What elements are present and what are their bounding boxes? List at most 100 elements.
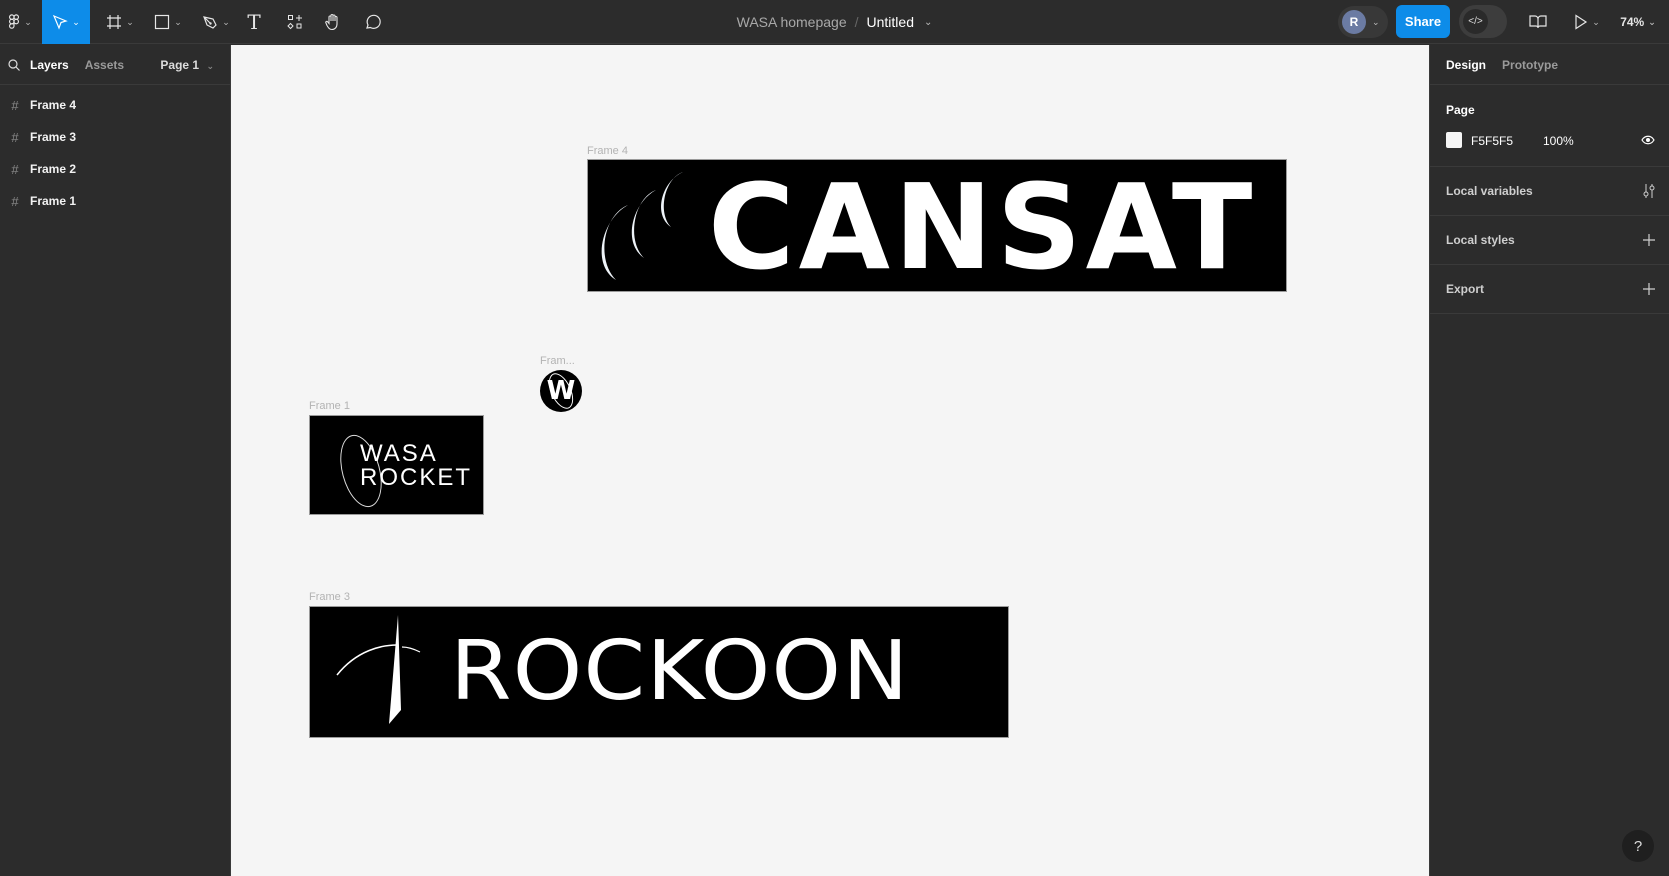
frame-3-label[interactable]: Frame 3 <box>309 591 350 603</box>
library-button[interactable] <box>1527 0 1549 44</box>
layer-frame-3[interactable]: # Frame 3 <box>0 121 230 153</box>
text-icon: T <box>247 10 261 34</box>
frame-hash-icon <box>107 15 122 29</box>
plus-icon[interactable] <box>1643 283 1655 295</box>
move-tool-button[interactable]: ⌄ <box>42 0 90 44</box>
frame-4[interactable]: CANSAT <box>587 159 1287 292</box>
figma-logo-icon <box>9 14 20 29</box>
pointer-icon <box>53 14 68 30</box>
breadcrumb-separator: / <box>854 14 859 30</box>
chevron-down-icon: ⌄ <box>24 16 32 27</box>
layers-panel-header: Layers Assets Page 1 ⌄ <box>0 45 230 85</box>
zoom-menu[interactable]: 74% ⌄ <box>1614 0 1662 44</box>
design-panel-tabs: Design Prototype <box>1430 45 1669 85</box>
main-menu-button[interactable]: ⌄ <box>0 0 40 44</box>
design-panel: Design Prototype Page F5F5F5 100% Local … <box>1429 45 1669 876</box>
page-color-hex[interactable]: F5F5F5 <box>1471 134 1513 148</box>
plus-icon[interactable] <box>1643 234 1655 246</box>
logo-line-2: ROCKET <box>360 464 473 491</box>
canvas[interactable]: Frame 4 CANSAT Fram... W Frame 1 WASA RO… <box>231 45 1429 876</box>
page-section-title: Page <box>1446 103 1475 117</box>
frame-2[interactable]: W <box>540 369 582 413</box>
layer-label: Frame 1 <box>30 194 77 208</box>
layer-label: Frame 4 <box>30 98 77 112</box>
dev-mode-toggle[interactable]: </> <box>1459 5 1507 38</box>
frame-hash-icon: # <box>11 97 19 113</box>
text-tool-button[interactable]: T <box>244 0 264 44</box>
play-icon <box>1575 14 1588 30</box>
toolbar: ⌄ ⌄ ⌄ ⌄ ⌄ T WASA homepage / Untitled ⌄ R… <box>0 0 1669 44</box>
question-mark-icon: ? <box>1633 837 1643 855</box>
page-selector-label: Page 1 <box>160 57 200 72</box>
present-button[interactable]: ⌄ <box>1570 0 1604 44</box>
export-label: Export <box>1446 282 1485 296</box>
resources-tool-button[interactable] <box>284 0 306 44</box>
book-icon <box>1529 15 1547 29</box>
local-variables-section[interactable]: Local variables <box>1430 167 1669 216</box>
layer-list: # Frame 4 # Frame 3 # Frame 2 # Frame 1 <box>0 85 230 217</box>
layer-frame-4[interactable]: # Frame 4 <box>0 89 230 121</box>
layers-panel: Layers Assets Page 1 ⌄ # Frame 4 # Frame 3… <box>0 45 231 876</box>
pen-tool-button[interactable]: ⌄ <box>196 0 236 44</box>
layer-label: Frame 3 <box>30 130 77 144</box>
logo-line-1: WASA <box>360 440 438 467</box>
page-color-swatch[interactable] <box>1446 132 1462 148</box>
zoom-level: 74% <box>1620 15 1645 29</box>
tab-design[interactable]: Design <box>1446 58 1486 72</box>
local-variables-label: Local variables <box>1446 184 1533 198</box>
layer-frame-2[interactable]: # Frame 2 <box>0 153 230 185</box>
page-section: Page F5F5F5 100% <box>1430 85 1669 167</box>
help-button[interactable]: ? <box>1622 830 1654 862</box>
rockoon-rocket-icon <box>336 615 421 724</box>
hand-icon <box>325 13 338 31</box>
chevron-down-icon: ⌄ <box>72 16 80 27</box>
frame-3[interactable]: ROCKOON <box>309 606 1009 738</box>
shape-tool-button[interactable]: ⌄ <box>148 0 188 44</box>
frame-hash-icon: # <box>11 129 19 145</box>
chevron-down-icon: ⌄ <box>222 16 230 27</box>
chevron-down-icon: ⌄ <box>1592 16 1600 27</box>
frame-1[interactable]: WASA ROCKET <box>309 415 484 515</box>
chevron-down-icon: ⌄ <box>206 60 214 71</box>
cansat-swoosh-icon <box>601 172 683 280</box>
frame-4-label[interactable]: Frame 4 <box>587 145 628 157</box>
layer-label: Frame 2 <box>30 162 77 176</box>
eye-icon[interactable] <box>1641 135 1655 145</box>
wasa-w-logo: W <box>546 376 576 406</box>
hand-tool-button[interactable] <box>322 0 344 44</box>
code-icon: </> <box>1463 9 1488 34</box>
share-button[interactable]: Share <box>1396 5 1450 38</box>
project-name[interactable]: WASA homepage <box>737 14 847 30</box>
frame-tool-button[interactable]: ⌄ <box>100 0 140 44</box>
chevron-down-icon: ⌄ <box>1372 16 1380 27</box>
local-styles-section[interactable]: Local styles <box>1430 216 1669 265</box>
multiplayer-avatar-button[interactable]: R ⌄ <box>1338 6 1388 38</box>
rockoon-logo-text: ROCKOON <box>450 624 910 719</box>
tab-assets[interactable]: Assets <box>85 58 124 72</box>
layer-frame-1[interactable]: # Frame 1 <box>0 185 230 217</box>
avatar: R <box>1342 10 1366 34</box>
chevron-down-icon: ⌄ <box>174 16 182 27</box>
page-color-opacity[interactable]: 100% <box>1543 134 1574 148</box>
frame-hash-icon: # <box>11 161 19 177</box>
frame-2-label[interactable]: Fram... <box>540 355 575 367</box>
search-icon[interactable] <box>8 58 20 71</box>
local-styles-label: Local styles <box>1446 233 1515 247</box>
page-selector[interactable]: Page 1 ⌄ <box>160 58 214 72</box>
tab-prototype[interactable]: Prototype <box>1502 58 1558 72</box>
export-section[interactable]: Export <box>1430 265 1669 314</box>
file-name[interactable]: Untitled <box>867 14 914 30</box>
frame-1-label[interactable]: Frame 1 <box>309 400 350 412</box>
comment-tool-button[interactable] <box>362 0 384 44</box>
wasa-rocket-logo: WASA ROCKET <box>360 442 472 490</box>
tab-layers[interactable]: Layers <box>30 58 69 72</box>
chevron-down-icon: ⌄ <box>1648 16 1656 27</box>
chevron-down-icon: ⌄ <box>126 16 134 27</box>
file-menu-chevron-icon[interactable]: ⌄ <box>924 17 932 28</box>
resources-icon <box>287 15 302 30</box>
frame-hash-icon: # <box>11 193 19 209</box>
sliders-icon[interactable] <box>1643 183 1655 199</box>
pen-icon <box>203 16 217 29</box>
comment-icon <box>366 14 381 29</box>
cansat-logo-text: CANSAT <box>708 159 1257 292</box>
